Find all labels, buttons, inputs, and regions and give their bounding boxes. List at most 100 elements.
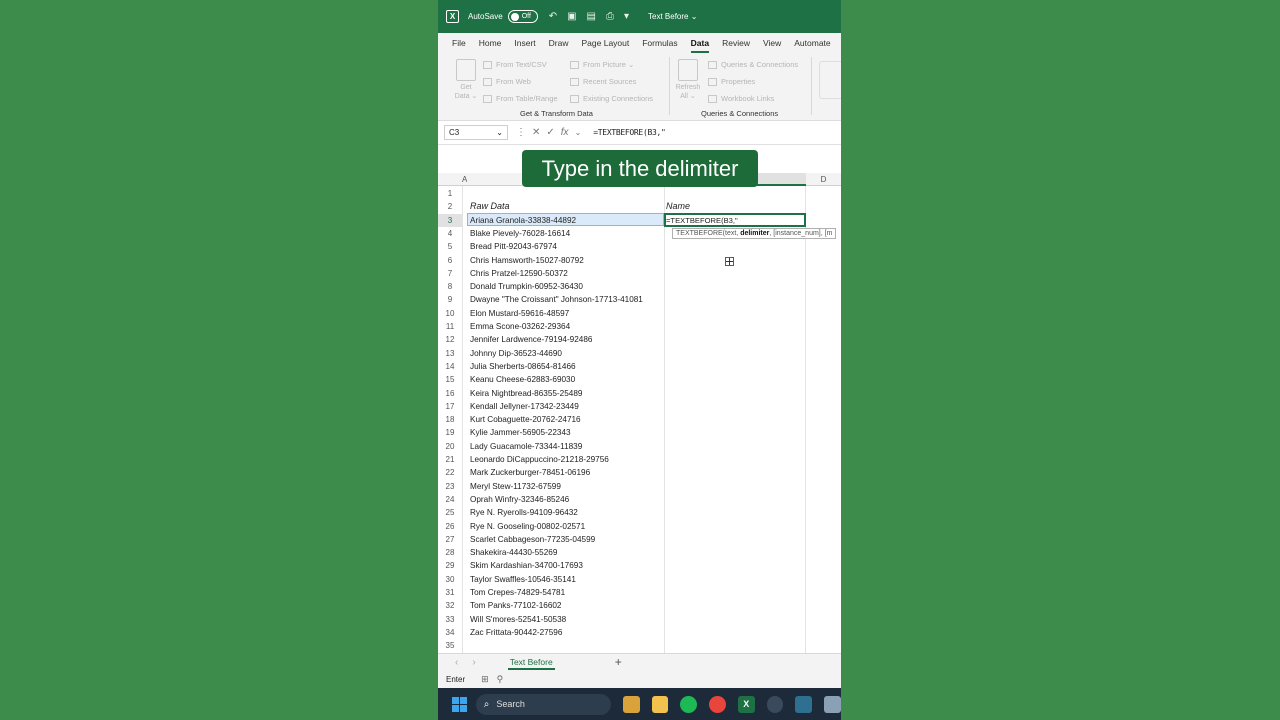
raw-data-cell[interactable]: Dwayne "The Croissant" Johnson-17713-410… bbox=[470, 293, 643, 306]
row-number[interactable]: 26 bbox=[438, 520, 462, 533]
existing-connections-button[interactable]: Existing Connections bbox=[570, 94, 653, 103]
windows-start-icon[interactable] bbox=[452, 696, 467, 712]
app-icon[interactable] bbox=[795, 695, 813, 713]
row-number[interactable]: 10 bbox=[438, 307, 462, 320]
row-number[interactable]: 27 bbox=[438, 533, 462, 546]
raw-data-cell[interactable]: Rye N. Ryerolls-94109-96432 bbox=[470, 506, 578, 519]
row-number[interactable]: 3 bbox=[438, 213, 462, 227]
row-number[interactable]: 20 bbox=[438, 440, 462, 453]
raw-data-cell[interactable]: Skim Kardashian-34700-17693 bbox=[470, 559, 583, 572]
name-box[interactable]: C3 ⌄ bbox=[444, 125, 508, 140]
refresh-all-button[interactable]: Refresh All ⌄ bbox=[674, 59, 702, 101]
sort-filter-button[interactable] bbox=[819, 61, 841, 99]
raw-data-cell[interactable]: Kylie Jammer-56905-22343 bbox=[470, 426, 571, 439]
raw-data-cell[interactable]: Keanu Cheese-62883-69030 bbox=[470, 373, 575, 386]
raw-data-cell[interactable]: Mark Zuckerburger-78451-06196 bbox=[470, 466, 590, 479]
raw-data-cell[interactable]: Oprah Winfry-32346-85246 bbox=[470, 493, 569, 506]
raw-data-cell[interactable]: Will S'mores-52541-50538 bbox=[470, 613, 566, 626]
tab-data[interactable]: Data bbox=[690, 38, 710, 53]
row-number[interactable]: 5 bbox=[438, 240, 462, 253]
row-number[interactable]: 9 bbox=[438, 293, 462, 306]
properties-button[interactable]: Properties bbox=[708, 77, 755, 86]
row-number[interactable]: 15 bbox=[438, 373, 462, 386]
raw-data-cell[interactable]: Jennifer Lardwence-79194-92486 bbox=[470, 333, 592, 346]
raw-data-cell[interactable]: Chris Hamsworth-15027-80792 bbox=[470, 254, 584, 267]
raw-data-cell[interactable]: Scarlet Cabbageson-77235-04599 bbox=[470, 533, 595, 546]
tab-draw[interactable]: Draw bbox=[549, 38, 569, 48]
raw-data-cell[interactable]: Leonardo DiCappuccino-21218-29756 bbox=[470, 453, 609, 466]
raw-data-cell[interactable]: Chris Pratzel-12590-50372 bbox=[470, 267, 568, 280]
row-number[interactable]: 35 bbox=[438, 639, 462, 652]
cancel-icon[interactable]: ✕ bbox=[532, 127, 540, 138]
from-table-range-button[interactable]: From Table/Range bbox=[483, 94, 558, 103]
row-number[interactable]: 8 bbox=[438, 280, 462, 293]
customize-qat-icon[interactable]: ▾ bbox=[624, 11, 629, 22]
raw-data-cell[interactable]: Tom Panks-77102-16602 bbox=[470, 599, 561, 612]
queries-connections-button[interactable]: Queries & Connections bbox=[708, 60, 798, 69]
raw-data-cell[interactable]: Kurt Cobaguette-20762-24716 bbox=[470, 413, 581, 426]
row-number[interactable]: 34 bbox=[438, 626, 462, 639]
tab-formulas[interactable]: Formulas bbox=[642, 38, 677, 48]
sheet-tab-text-before[interactable]: Text Before bbox=[507, 657, 555, 670]
raw-data-cell[interactable]: Johnny Dip-36523-44690 bbox=[470, 347, 562, 360]
raw-data-cell[interactable]: Meryl Stew-11732-67599 bbox=[470, 480, 561, 493]
obs-icon[interactable] bbox=[766, 695, 784, 713]
document-title[interactable]: Text Before ⌄ bbox=[648, 12, 697, 21]
tab-file[interactable]: File bbox=[452, 38, 466, 48]
row-number[interactable]: 29 bbox=[438, 559, 462, 572]
workbook-links-button[interactable]: Workbook Links bbox=[708, 94, 774, 103]
row-number[interactable]: 21 bbox=[438, 453, 462, 466]
expand-icon[interactable]: ⌄ bbox=[575, 128, 582, 137]
active-cell-text[interactable]: =TEXTBEFORE(B3," bbox=[666, 214, 738, 227]
raw-data-cell[interactable]: Emma Scone-03262-29364 bbox=[470, 320, 570, 333]
print-icon[interactable]: ⎙ bbox=[606, 11, 614, 22]
raw-data-cell[interactable]: Julia Sherberts-08654-81466 bbox=[470, 360, 576, 373]
row-number[interactable]: 14 bbox=[438, 360, 462, 373]
row-number[interactable]: 23 bbox=[438, 480, 462, 493]
row-number[interactable]: 4 bbox=[438, 227, 462, 240]
from-web-button[interactable]: From Web bbox=[483, 77, 531, 86]
from-picture-button[interactable]: From Picture ⌄ bbox=[570, 60, 634, 69]
raw-data-cell[interactable]: Elon Mustard-59616-48597 bbox=[470, 307, 569, 320]
row-number[interactable]: 12 bbox=[438, 333, 462, 346]
row-number[interactable]: 24 bbox=[438, 493, 462, 506]
tab-insert[interactable]: Insert bbox=[514, 38, 535, 48]
row-number[interactable]: 13 bbox=[438, 347, 462, 360]
tab-review[interactable]: Review bbox=[722, 38, 750, 48]
formula-input[interactable]: =TEXTBEFORE(B3," bbox=[593, 128, 666, 137]
autosave-toggle[interactable]: Off bbox=[507, 10, 538, 23]
chrome-icon[interactable] bbox=[709, 695, 726, 713]
tab-page-layout[interactable]: Page Layout bbox=[582, 38, 630, 48]
row-number[interactable]: 32 bbox=[438, 599, 462, 612]
raw-data-cell[interactable]: Ariana Granola-33838-44892 bbox=[470, 214, 576, 227]
raw-data-cell[interactable]: Taylor Swaffles-10546-35141 bbox=[470, 573, 576, 586]
select-all-corner[interactable] bbox=[438, 173, 462, 186]
row-number[interactable]: 1 bbox=[438, 187, 462, 200]
row-number[interactable]: 25 bbox=[438, 506, 462, 519]
row-number[interactable]: 2 bbox=[438, 200, 462, 213]
row-number[interactable]: 7 bbox=[438, 267, 462, 280]
chevron-right-icon[interactable]: › bbox=[472, 657, 475, 668]
raw-data-cell[interactable]: Shakekira-44430-55269 bbox=[470, 546, 557, 559]
row-number[interactable]: 11 bbox=[438, 320, 462, 333]
recent-sources-button[interactable]: Recent Sources bbox=[570, 77, 636, 86]
row-number[interactable]: 18 bbox=[438, 413, 462, 426]
file-explorer-icon[interactable] bbox=[651, 695, 669, 713]
enter-icon[interactable]: ✓ bbox=[546, 127, 554, 138]
row-number[interactable]: 30 bbox=[438, 573, 462, 586]
excel-taskbar-icon[interactable]: X bbox=[737, 695, 755, 713]
column-header-d[interactable]: D bbox=[806, 173, 841, 186]
row-number[interactable]: 17 bbox=[438, 400, 462, 413]
raw-data-cell[interactable]: Blake Pievely-76028-16614 bbox=[470, 227, 570, 240]
row-number[interactable]: 31 bbox=[438, 586, 462, 599]
from-text-csv-button[interactable]: From Text/CSV bbox=[483, 60, 547, 69]
row-number[interactable]: 6 bbox=[438, 254, 462, 267]
row-number[interactable]: 22 bbox=[438, 466, 462, 479]
undo-icon[interactable]: ↶ bbox=[549, 11, 557, 22]
raw-data-cell[interactable]: Keira Nightbread-86355-25489 bbox=[470, 387, 582, 400]
row-number[interactable]: 16 bbox=[438, 387, 462, 400]
row-number[interactable]: 19 bbox=[438, 426, 462, 439]
insert-function-icon[interactable]: fx bbox=[561, 127, 569, 138]
calculator-icon[interactable] bbox=[824, 695, 841, 713]
taskbar-search[interactable]: ⌕ Search bbox=[475, 693, 611, 715]
